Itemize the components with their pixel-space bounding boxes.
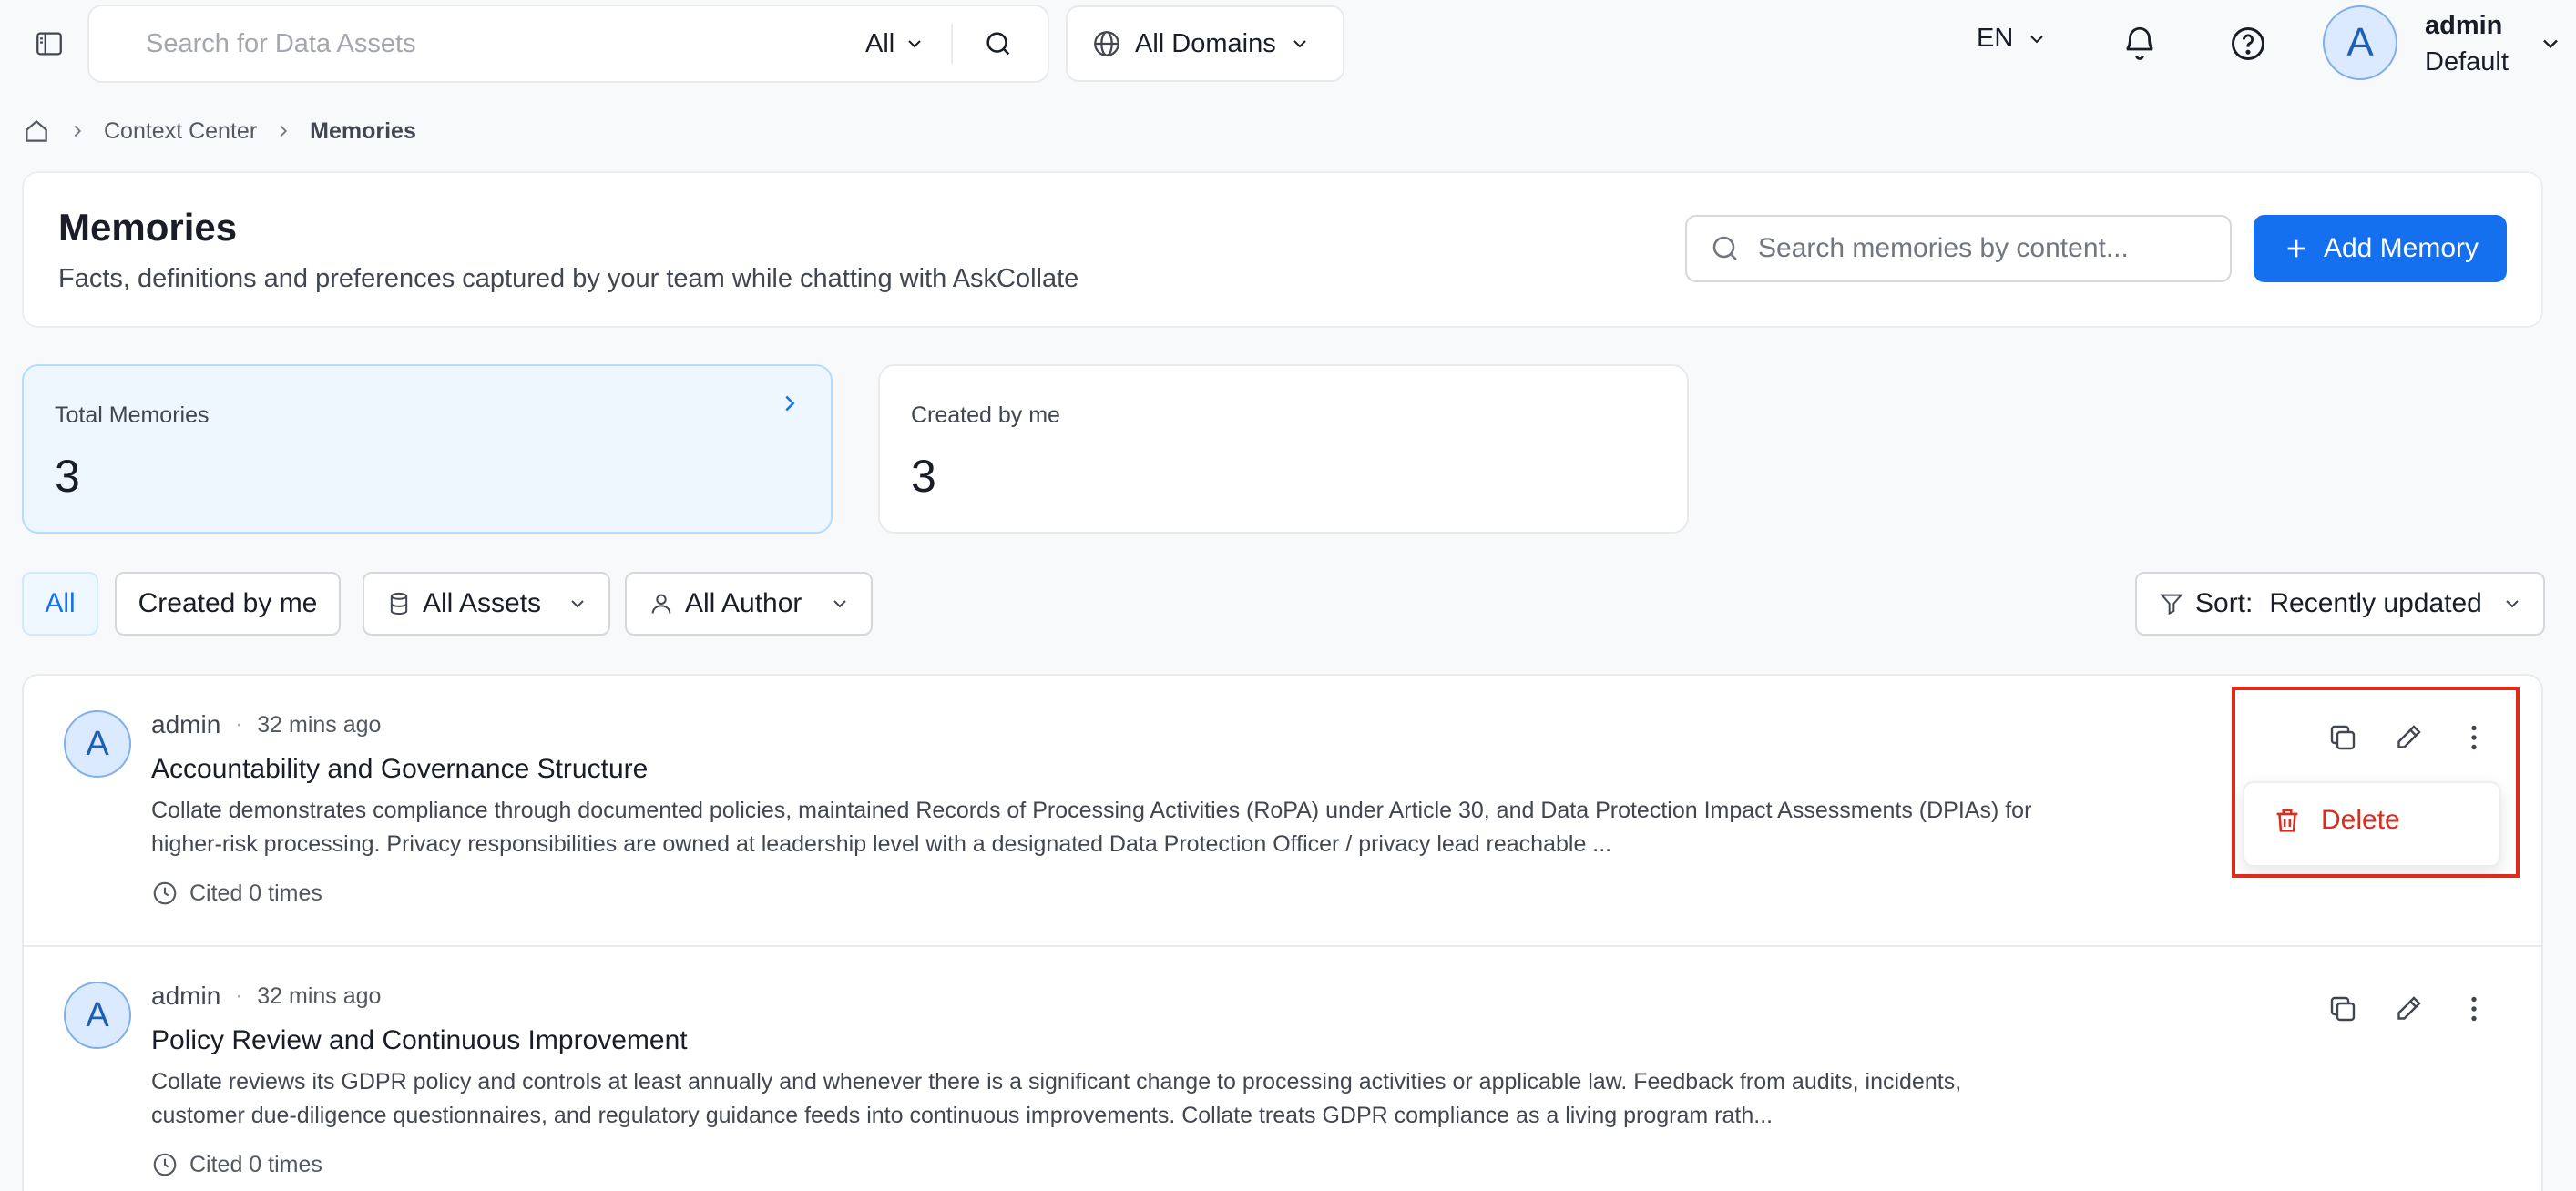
memory-author: admin xyxy=(151,710,221,738)
database-icon xyxy=(390,592,408,616)
memory-body: Collate demonstrates compliance through … xyxy=(151,798,2032,857)
chevron-down-icon xyxy=(2030,35,2044,43)
chevron-down-icon xyxy=(908,40,921,48)
stat-value: 3 xyxy=(911,451,936,502)
delete-menu-item[interactable]: Delete xyxy=(2272,805,2400,836)
avatar: A xyxy=(64,982,131,1049)
user-avatar[interactable]: A xyxy=(2323,5,2397,80)
filter-all-button[interactable]: All xyxy=(22,572,98,636)
search-type-label: All xyxy=(865,28,895,58)
filter-author-dropdown[interactable]: All Author xyxy=(625,572,873,636)
memory-cited: Cited 0 times xyxy=(151,1151,322,1178)
trash-icon xyxy=(2276,809,2298,832)
edit-icon[interactable] xyxy=(2388,989,2428,1029)
stat-label: Total Memories xyxy=(55,402,210,428)
filter-author-label: All Author xyxy=(685,588,802,618)
sort-label: Sort: xyxy=(2195,588,2254,618)
stat-value: 3 xyxy=(55,451,80,502)
filter-created-by-me-label: Created by me xyxy=(138,588,318,618)
language-dropdown[interactable]: EN xyxy=(1977,24,2048,54)
user-name: admin xyxy=(2425,11,2503,40)
plus-icon xyxy=(2287,239,2305,258)
filter-assets-label: All Assets xyxy=(423,588,542,618)
chevron-down-icon xyxy=(2506,600,2519,608)
language-label: EN xyxy=(1977,24,2014,53)
search-type-dropdown[interactable]: All xyxy=(865,29,925,59)
memory-author: admin xyxy=(151,982,221,1010)
home-icon[interactable] xyxy=(22,117,51,146)
bell-icon[interactable] xyxy=(2121,24,2159,62)
divider xyxy=(951,24,954,64)
user-role: Default xyxy=(2425,47,2509,76)
row-divider xyxy=(24,945,2541,947)
copy-icon[interactable] xyxy=(2323,989,2363,1029)
memory-body: Collate reviews its GDPR policy and cont… xyxy=(151,1069,1962,1128)
more-options-icon[interactable] xyxy=(2454,989,2494,1029)
memory-cited: Cited 0 times xyxy=(151,880,322,907)
more-options-icon[interactable] xyxy=(2454,718,2494,758)
copy-icon[interactable] xyxy=(2323,718,2363,758)
page-subtitle: Facts, definitions and preferences captu… xyxy=(58,264,1079,293)
meta-separator: · xyxy=(235,712,243,737)
stat-card-created-by-me: Created by me 3 xyxy=(878,364,1689,534)
user-icon xyxy=(651,594,671,614)
global-search-bar: All xyxy=(87,5,1049,83)
memory-title[interactable]: Policy Review and Continuous Improvement xyxy=(151,1025,688,1056)
chevron-right-icon xyxy=(74,125,82,137)
page-title: Memories xyxy=(58,206,238,249)
sort-dropdown[interactable]: Sort: Recently updated xyxy=(2135,572,2545,636)
breadcrumb-context-center[interactable]: Context Center xyxy=(104,118,257,145)
stat-label: Created by me xyxy=(911,402,1060,428)
memory-search-box xyxy=(1685,215,2232,282)
chevron-down-icon xyxy=(1293,40,1306,48)
edit-icon[interactable] xyxy=(2388,718,2428,758)
globe-icon xyxy=(1094,31,1119,56)
breadcrumb-current: Memories xyxy=(310,117,416,144)
chevron-down-icon[interactable] xyxy=(2538,31,2563,56)
clock-icon xyxy=(153,1153,177,1176)
search-icon xyxy=(1712,236,1737,260)
help-icon[interactable] xyxy=(2228,24,2268,64)
domain-dropdown[interactable]: All Domains xyxy=(1066,5,1344,82)
add-memory-button[interactable]: Add Memory xyxy=(2254,215,2507,282)
filter-icon xyxy=(2160,594,2183,616)
global-search-input[interactable] xyxy=(146,16,865,71)
memory-time: 32 mins ago xyxy=(257,982,382,1009)
memory-meta: admin · 32 mins ago xyxy=(151,710,381,739)
meta-separator: · xyxy=(235,983,243,1008)
memory-time: 32 mins ago xyxy=(257,711,382,738)
add-memory-label: Add Memory xyxy=(2323,233,2479,263)
clock-icon xyxy=(153,881,177,905)
memory-meta: admin · 32 mins ago xyxy=(151,982,381,1011)
action-menu: Delete xyxy=(2243,781,2501,867)
memory-search-input[interactable] xyxy=(1758,233,2213,264)
breadcrumb: Context Center Memories xyxy=(22,117,416,146)
sort-value: Recently updated xyxy=(2269,588,2482,618)
sidebar-toggle-icon[interactable] xyxy=(31,25,67,62)
cited-count: Cited 0 times xyxy=(189,1151,322,1177)
stat-card-total-memories[interactable]: Total Memories 3 xyxy=(22,364,833,534)
chevron-down-icon xyxy=(571,600,584,608)
cited-count: Cited 0 times xyxy=(189,880,322,906)
delete-label: Delete xyxy=(2321,805,2400,835)
filter-all-label: All xyxy=(45,588,76,618)
avatar: A xyxy=(64,710,131,778)
chevron-down-icon xyxy=(833,600,846,608)
filter-created-by-me-button[interactable]: Created by me xyxy=(115,572,341,636)
domain-label: All Domains xyxy=(1135,28,1276,58)
search-icon[interactable] xyxy=(980,25,1017,62)
filter-assets-dropdown[interactable]: All Assets xyxy=(363,572,610,636)
chevron-right-icon xyxy=(280,125,288,137)
chevron-right-icon xyxy=(776,390,803,417)
memory-title[interactable]: Accountability and Governance Structure xyxy=(151,754,648,785)
